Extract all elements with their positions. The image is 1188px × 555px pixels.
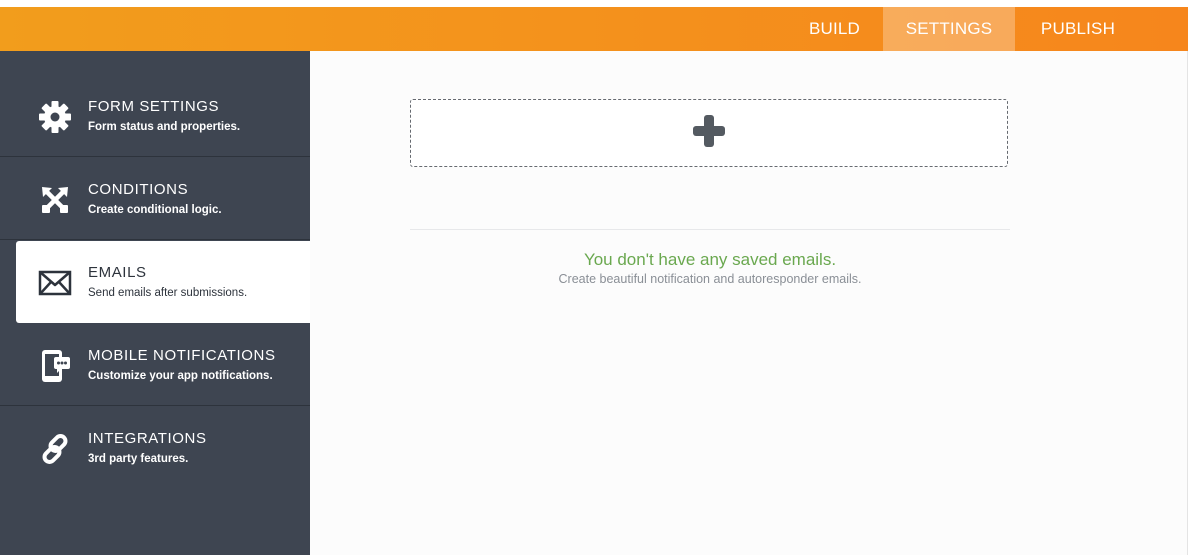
tab-build[interactable]: BUILD	[786, 7, 883, 51]
sidebar-item-emails[interactable]: EMAILS Send emails after submissions.	[16, 241, 310, 323]
plus-icon	[691, 113, 727, 154]
envelope-icon	[37, 265, 73, 301]
empty-state-subtitle: Create beautiful notification and autore…	[558, 272, 862, 286]
sidebar-item-subtitle: Create conditional logic.	[88, 204, 222, 216]
mobile-notification-icon	[37, 348, 73, 384]
gear-icon	[37, 99, 73, 135]
sidebar-item-mobile-notifications[interactable]: MOBILE NOTIFICATIONS Customize your app …	[0, 324, 310, 406]
link-icon	[37, 431, 73, 467]
sidebar-item-title: CONDITIONS	[88, 181, 189, 198]
emails-panel: You don't have any saved emails. Create …	[310, 51, 1188, 555]
sidebar-item-title: INTEGRATIONS	[88, 430, 207, 447]
empty-state-title: You don't have any saved emails.	[583, 250, 837, 269]
sidebar-item-title: FORM SETTINGS	[88, 98, 220, 115]
settings-sidebar: FORM SETTINGS Form status and properties…	[0, 51, 310, 555]
sidebar-item-subtitle: 3rd party features.	[88, 453, 189, 465]
sidebar-item-subtitle: Customize your app notifications.	[88, 370, 273, 382]
sidebar-item-form-settings[interactable]: FORM SETTINGS Form status and properties…	[0, 75, 310, 157]
conditions-icon	[37, 182, 73, 218]
top-bar: BUILD SETTINGS PUBLISH	[0, 7, 1188, 51]
sidebar-item-subtitle: Send emails after submissions.	[88, 287, 248, 299]
top-nav: BUILD SETTINGS PUBLISH	[786, 7, 1188, 51]
sidebar-item-title: MOBILE NOTIFICATIONS	[88, 347, 276, 364]
sidebar-item-title: EMAILS	[88, 264, 147, 281]
tab-settings[interactable]: SETTINGS	[883, 7, 1015, 51]
divider	[410, 229, 1010, 230]
sidebar-item-subtitle: Form status and properties.	[88, 121, 241, 133]
add-email-button[interactable]	[410, 99, 1008, 167]
tab-publish[interactable]: PUBLISH	[1015, 7, 1141, 51]
sidebar-item-conditions[interactable]: CONDITIONS Create conditional logic.	[0, 158, 310, 240]
sidebar-item-integrations[interactable]: INTEGRATIONS 3rd party features.	[0, 407, 310, 489]
